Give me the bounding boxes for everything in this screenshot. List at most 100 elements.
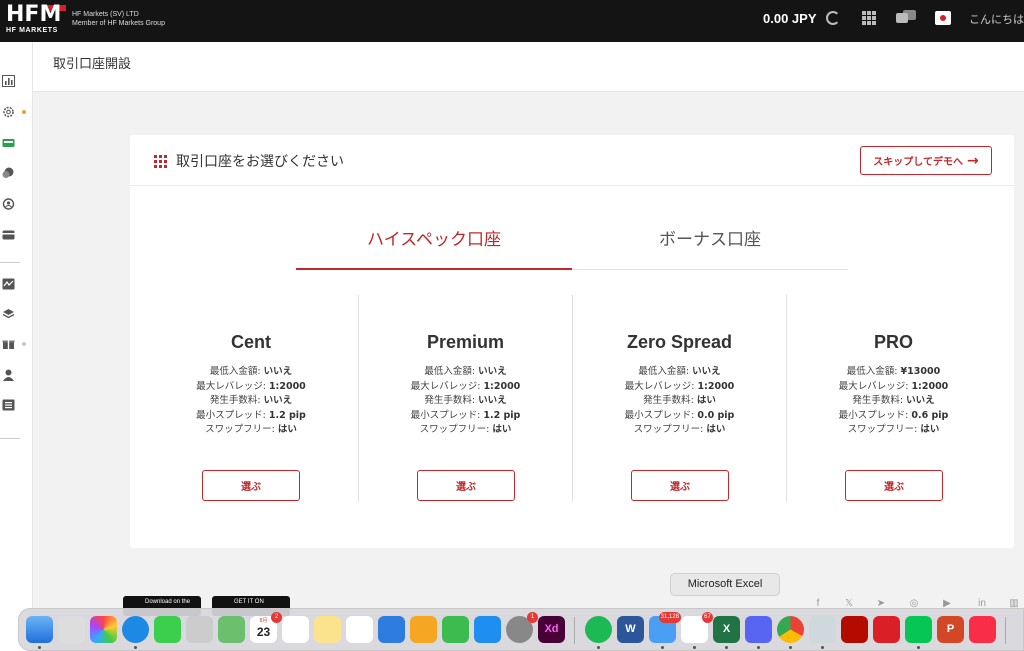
company-info: HF Markets (SV) LTD Member of HF Markets…	[72, 10, 165, 28]
refresh-icon[interactable]	[826, 11, 840, 25]
dock-tooltip: Microsoft Excel	[670, 573, 780, 596]
word-icon[interactable]: W	[617, 616, 644, 643]
spec-line: スワップフリー: はい	[419, 424, 512, 435]
spec-line: 最小スプレッド: 1.2 pip	[196, 409, 306, 421]
card-icon[interactable]	[2, 229, 15, 241]
slack-badge: 67	[702, 612, 713, 623]
macos-dock: 23 8月 2 1 Xd W 31,128 67 X P	[18, 608, 1024, 651]
tab-bonus[interactable]: ボーナス口座	[572, 221, 848, 269]
account-selection-card: 取引口座をお選びください スキップしてデモへ → ハイスペック口座 ボーナス口座…	[130, 135, 1014, 548]
gift-icon[interactable]	[2, 338, 15, 350]
card-header: 取引口座をお選びください スキップしてデモへ →	[130, 135, 1014, 186]
slack-icon[interactable]: 67	[681, 612, 713, 643]
safari-icon[interactable]	[122, 616, 149, 643]
running-dot	[597, 646, 600, 649]
google-play-label: GET IT ON	[234, 599, 264, 605]
calendar-badge: 2	[271, 612, 282, 623]
freeform-icon[interactable]	[346, 616, 373, 643]
coins-icon[interactable]	[2, 167, 15, 179]
running-dot	[38, 646, 41, 649]
settings-badge: 1	[527, 612, 538, 623]
keynote-icon[interactable]	[378, 616, 405, 643]
spec-line: 最大レバレッジ: 1:2000	[410, 380, 521, 392]
layers-icon[interactable]	[2, 308, 15, 320]
gift-dot	[22, 342, 26, 346]
skip-to-demo-button[interactable]: スキップしてデモへ →	[860, 146, 992, 175]
hfm-logo[interactable]: HFM HF MARKETS	[6, 3, 66, 39]
excel-icon[interactable]: X	[713, 616, 740, 643]
launchpad-icon[interactable]	[58, 616, 85, 643]
apps-grid-icon[interactable]	[862, 11, 876, 25]
notification-dot	[22, 110, 26, 114]
spec-line: 発生手数料: いいえ	[209, 395, 293, 406]
plan-card-pro: PRO 最低入金額: ¥13000 最大レバレッジ: 1:2000 発生手数料:…	[786, 295, 1000, 502]
spec-line: 最小スプレッド: 1.2 pip	[410, 409, 521, 421]
help-icon[interactable]	[186, 616, 213, 643]
line-icon[interactable]	[905, 616, 932, 643]
creative-cloud-icon[interactable]	[873, 616, 900, 643]
spec-line: 最低入金額: いいえ	[424, 366, 507, 377]
analytics-icon[interactable]	[2, 278, 15, 290]
adobe-xd-icon[interactable]: Xd	[538, 616, 565, 643]
calendar-icon[interactable]: 23 8月 2	[250, 612, 282, 643]
tab-high-spec[interactable]: ハイスペック口座	[296, 221, 572, 270]
spec-line: スワップフリー: はい	[205, 424, 297, 435]
music-icon[interactable]	[969, 616, 996, 643]
acrobat-icon[interactable]	[841, 616, 868, 643]
photos-icon[interactable]	[90, 616, 117, 643]
list-icon[interactable]	[2, 399, 15, 411]
dock-separator	[1005, 617, 1006, 644]
sidebar	[0, 42, 33, 651]
discord-icon[interactable]	[745, 616, 772, 643]
spec-line: 最低入金額: ¥13000	[846, 366, 941, 377]
preview-icon[interactable]	[809, 616, 836, 643]
support-icon[interactable]	[2, 198, 15, 210]
select-pro-button[interactable]: 選ぶ	[845, 470, 943, 501]
arrow-right-icon: →	[966, 152, 979, 169]
numbers-icon[interactable]	[442, 616, 469, 643]
finder-icon[interactable]	[26, 616, 53, 643]
plan-name: Premium	[426, 332, 505, 352]
settings-gear-icon[interactable]	[2, 106, 15, 118]
spec-line: 最小スプレッド: 0.6 pip	[838, 409, 949, 421]
chart-icon[interactable]	[2, 75, 15, 87]
running-dot	[757, 646, 760, 649]
system-settings-icon[interactable]: 1	[506, 612, 538, 643]
sidebar-divider	[0, 438, 20, 439]
mail-icon[interactable]: 31,128	[649, 612, 681, 643]
grid-icon	[154, 155, 167, 168]
wallet-icon[interactable]	[2, 137, 15, 149]
spec-line: 発生手数料: はい	[643, 395, 716, 406]
chat-icon[interactable]	[896, 10, 916, 26]
japan-flag-icon[interactable]	[935, 11, 951, 25]
skip-button-label: スキップしてデモへ	[873, 157, 963, 168]
running-dot	[789, 646, 792, 649]
sidebar-divider	[0, 262, 20, 263]
running-dot	[821, 646, 824, 649]
plan-name: Zero Spread	[626, 332, 733, 352]
word-label: W	[625, 623, 636, 635]
spec-line: 最大レバレッジ: 1:2000	[196, 380, 306, 392]
mail-badge: 31,128	[658, 612, 681, 623]
notes-icon[interactable]	[314, 616, 341, 643]
user-icon[interactable]	[2, 369, 15, 381]
spotify-icon[interactable]	[585, 616, 612, 643]
select-premium-button[interactable]: 選ぶ	[417, 470, 515, 501]
running-dot	[725, 646, 728, 649]
greeting-text[interactable]: こんにちは	[969, 11, 1024, 27]
pages-icon[interactable]	[410, 616, 437, 643]
plan-specs: 最低入金額: いいえ 最大レバレッジ: 1:2000 発生手数料: はい 最小ス…	[573, 365, 786, 438]
powerpoint-icon[interactable]: P	[937, 616, 964, 643]
app-store-icon[interactable]	[474, 616, 501, 643]
spec-line: 発生手数料: いいえ	[424, 395, 507, 406]
reminders-icon[interactable]	[282, 616, 309, 643]
facetime-icon[interactable]	[154, 616, 181, 643]
select-cent-button[interactable]: 選ぶ	[202, 470, 300, 501]
company-line-2: Member of HF Markets Group	[72, 20, 165, 27]
spec-line: 最大レバレッジ: 1:2000	[624, 380, 735, 392]
maps-icon[interactable]	[218, 616, 245, 643]
chrome-icon[interactable]	[777, 616, 804, 643]
balance-display: 0.00 JPY	[763, 11, 817, 26]
running-dot	[661, 646, 664, 649]
select-zero-spread-button[interactable]: 選ぶ	[631, 470, 729, 501]
